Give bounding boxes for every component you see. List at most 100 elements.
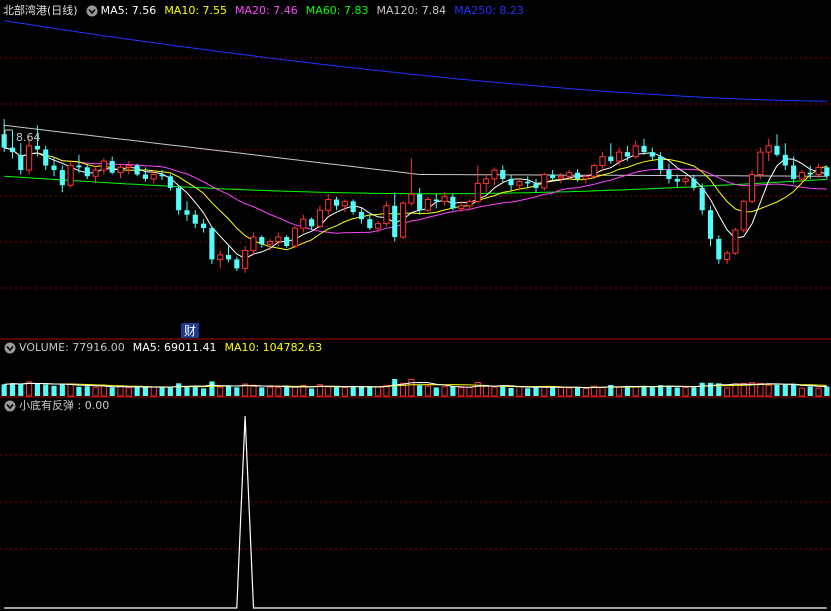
candle-body [408,193,415,204]
volume-bar [566,387,573,397]
candle-body [325,199,332,211]
volume-bar [225,386,232,396]
candle-body [483,178,490,184]
volume-bar [358,386,365,396]
volume-bar [117,385,124,397]
volume-bar [150,386,157,397]
candle-body [291,227,299,247]
volume-bar [707,382,714,396]
indicator-panel[interactable]: 小底有反弹 : 0.00 [0,396,831,611]
volume-bar [367,386,373,396]
volume-bar [541,386,548,397]
candle-body [674,178,680,182]
volume-bar [291,385,299,397]
volume-bar [392,379,398,396]
volume-bar [798,387,805,397]
candle-body [682,178,689,183]
indicator-label: 小底有反弹 : 0.00 [19,399,110,412]
volume-bar [699,382,705,396]
volume-bar [508,387,514,396]
main-chart-panel[interactable]: 北部湾港(日线) MA5: 7.56 MA10: 7.55 MA20: 7.46… [0,0,831,340]
candle-body [757,151,764,175]
candle-body [608,156,614,162]
volume-panel[interactable]: VOLUME: 77916.00 MA5: 69011.41 MA10: 104… [0,338,831,398]
volume-bar [34,383,40,396]
ma120-line [4,124,827,177]
volume-bar [275,387,282,397]
volume-bar [616,386,623,397]
candle-body [566,172,573,177]
volume-bar [375,386,382,397]
candle-body [508,178,514,186]
candle-body [309,219,315,227]
main-grid [0,57,831,340]
volume-bar [325,385,332,397]
candle-body [458,205,465,209]
candle-body [782,154,788,166]
chevron-down-icon[interactable] [4,342,16,354]
candle-body [666,170,672,179]
volume-bar [599,386,606,397]
volume-bar [424,385,432,397]
candle-body [9,147,16,153]
candle-body [184,210,190,215]
volume-bar [59,384,65,396]
candle-body [632,145,639,158]
candle-body [474,182,481,202]
candle-body [84,167,90,177]
candle-body [541,173,548,189]
candle-body [616,151,623,162]
candle-body [275,236,282,243]
event-marker[interactable]: 财 [184,324,196,338]
candle-body [76,165,82,168]
volume-bar [474,381,481,397]
candle-body [242,249,249,269]
candle-body [624,152,630,157]
candle-body [209,228,215,260]
candle-body [699,187,705,211]
candle-body [417,194,423,211]
volume-bar [209,381,215,396]
candle-body [284,237,290,246]
candle-body [159,174,165,177]
volume-bar [51,385,57,396]
volume-bar [525,388,531,396]
volume-bar [266,386,274,397]
volume-bar [624,386,630,396]
candle-body [591,165,598,177]
candle-body [134,165,140,175]
candle-body [67,165,74,186]
indicator-chart[interactable] [0,396,831,611]
volume-bar [533,386,539,396]
candle-body [100,160,107,171]
volume-bar [765,384,772,397]
volume-bar [433,387,439,396]
volume-bar [100,385,107,397]
high-price-marker: 8.64 [16,131,41,144]
candlestick-chart[interactable]: 8.64 财 [0,0,831,340]
volume-bar [67,383,74,397]
candle-body [599,156,606,167]
volume-bar [26,381,33,397]
volume-bar [43,384,49,396]
candle-body [491,169,498,180]
candle-body [109,161,115,173]
candle-body [724,252,731,260]
volume-bar [674,387,680,396]
volume-bar [500,385,506,396]
volume-bar [666,385,672,396]
volume-bar [483,385,490,397]
volume-bar [782,384,788,396]
candle-body [176,187,182,211]
volume-bar [417,385,423,396]
candle-body [441,196,448,202]
volume-bar [491,386,498,397]
candle-body [748,173,756,202]
main-ma-lines [4,20,827,260]
volume-value-label: VOLUME: 77916.00 [19,341,125,354]
volume-bar [450,386,456,396]
candle-body [341,200,348,207]
chevron-down-icon[interactable] [4,400,16,412]
candle-body [367,219,373,229]
candle-body [707,210,714,239]
